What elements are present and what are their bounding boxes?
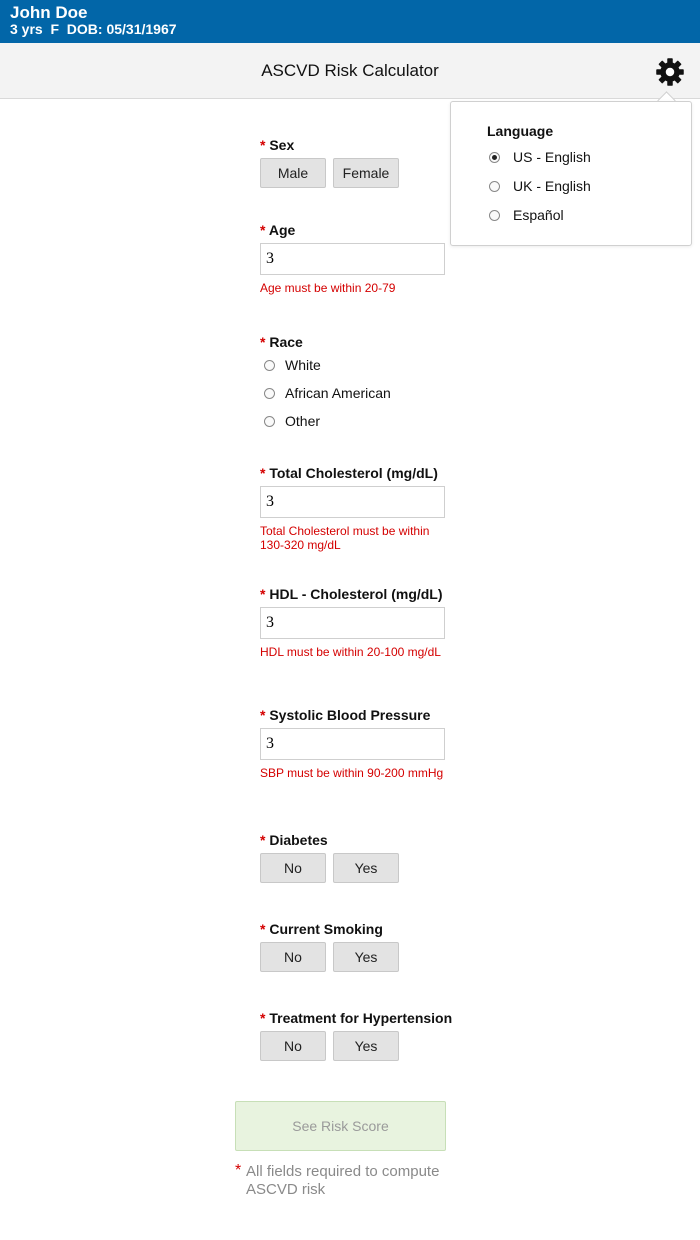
hdl-label-text: HDL - Cholesterol (mg/dL) [269,586,443,602]
patient-banner: John Doe 3 yrs F DOB: 05/31/1967 [0,0,700,43]
required-marker: * [260,586,266,602]
total-cholesterol-label: * Total Cholesterol (mg/dL) [260,465,438,481]
sex-female-button[interactable]: Female [333,158,399,188]
required-marker: * [260,921,266,937]
race-label-text: Race [269,334,303,350]
required-marker: * [235,1162,242,1179]
total-cholesterol-error: Total Cholesterol must be within 130-320… [260,524,430,552]
required-marker: * [260,465,266,481]
radio-selected-icon[interactable] [489,152,500,163]
sex-label-text: Sex [269,137,295,153]
radio-icon[interactable] [264,416,275,427]
language-option-label: Español [513,207,564,223]
hdl-input[interactable] [260,607,445,639]
race-label: * Race [260,334,303,350]
required-marker: * [260,707,266,723]
race-option-label: African American [285,385,391,401]
sbp-label-text: Systolic Blood Pressure [269,707,431,723]
diabetes-yes-button[interactable]: Yes [333,853,399,883]
sbp-input[interactable] [260,728,445,760]
radio-icon[interactable] [264,388,275,399]
required-marker: * [260,832,266,848]
language-option-label: UK - English [513,178,591,194]
age-label-text: Age [268,222,296,238]
smoking-no-button[interactable]: No [260,942,326,972]
race-option-label: White [285,357,321,373]
required-fields-footnote: All fields required to compute ASCVD ris… [246,1163,440,1198]
radio-icon[interactable] [489,181,500,192]
smoking-label: * Current Smoking [260,921,383,937]
hypertension-label-text: Treatment for Hypertension [269,1010,453,1026]
total-cholesterol-input[interactable] [260,486,445,518]
radio-icon[interactable] [489,210,500,221]
sbp-error: SBP must be within 90-200 mmHg [260,766,444,780]
hypertension-no-button[interactable]: No [260,1031,326,1061]
see-risk-score-button[interactable]: See Risk Score [235,1101,446,1151]
required-marker: * [260,137,266,153]
page-title: ASCVD Risk Calculator [261,61,439,80]
sex-male-button[interactable]: Male [260,158,326,188]
hypertension-label: * Treatment for Hypertension [260,1010,452,1026]
smoking-label-text: Current Smoking [269,921,383,937]
hdl-error: HDL must be within 20-100 mg/dL [260,645,441,659]
total-cholesterol-label-text: Total Cholesterol (mg/dL) [269,465,438,481]
age-input[interactable] [260,243,445,275]
language-option-label: US - English [513,149,591,165]
hdl-label: * HDL - Cholesterol (mg/dL) [260,586,443,602]
hypertension-yes-button[interactable]: Yes [333,1031,399,1061]
sbp-label: * Systolic Blood Pressure [260,707,430,723]
patient-info: 3 yrs F DOB: 05/31/1967 [10,21,177,37]
age-label: * Age [260,222,295,238]
language-title: Language [487,123,554,139]
race-option-label: Other [285,413,321,429]
age-error: Age must be within 20-79 [260,281,396,295]
diabetes-no-button[interactable]: No [260,853,326,883]
required-marker: * [260,1010,266,1026]
gear-icon [656,58,684,86]
language-popover: Language US - English UK - English Españ… [450,101,692,246]
settings-button[interactable] [654,57,686,87]
sex-label: * Sex [260,137,294,153]
required-marker: * [260,334,266,350]
diabetes-label-text: Diabetes [269,832,328,848]
app-header: ASCVD Risk Calculator [0,43,700,99]
radio-icon[interactable] [264,360,275,371]
diabetes-label: * Diabetes [260,832,328,848]
patient-name: John Doe [10,3,88,22]
smoking-yes-button[interactable]: Yes [333,942,399,972]
required-marker: * [260,222,266,238]
